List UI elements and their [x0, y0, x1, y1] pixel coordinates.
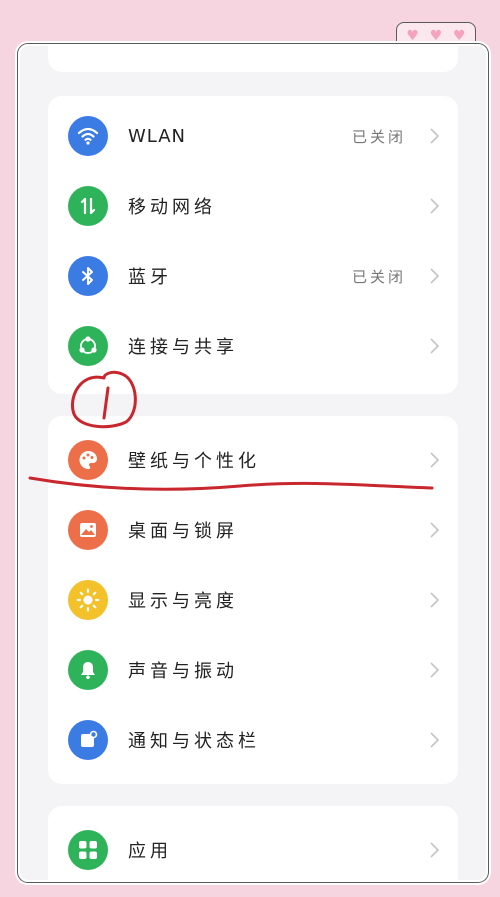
sun-icon [68, 580, 108, 620]
chevron-right-icon [430, 842, 440, 858]
picture-icon [68, 510, 108, 550]
settings-item-notification-statusbar[interactable]: 通知与状态栏 [48, 710, 458, 770]
settings-item-desktop-lockscreen[interactable]: 桌面与锁屏 [48, 500, 458, 560]
chevron-right-icon [430, 452, 440, 468]
bluetooth-icon [68, 256, 108, 296]
settings-item-sound-vibration[interactable]: 声音与振动 [48, 640, 458, 700]
chevron-right-icon [430, 592, 440, 608]
settings-item-display-brightness[interactable]: 显示与亮度 [48, 570, 458, 630]
chevron-right-icon [430, 198, 440, 214]
settings-item-apps[interactable]: 应用 [48, 820, 458, 880]
settings-item-label: 声音与振动 [128, 661, 238, 682]
palette-icon [68, 440, 108, 480]
settings-item-label: 桌面与锁屏 [128, 521, 238, 542]
chevron-right-icon [430, 268, 440, 284]
status-text: 已关闭 [351, 267, 406, 286]
share-icon [68, 326, 108, 366]
settings-item-label: 移动网络 [128, 197, 216, 218]
network-settings-card: WLAN 已关闭 移动网络 蓝牙 已关闭 连接与共享 [48, 96, 458, 394]
chevron-right-icon [430, 732, 440, 748]
chevron-right-icon [430, 522, 440, 538]
apps-settings-card: 应用 [48, 806, 458, 880]
status-text: 已关闭 [351, 127, 406, 146]
phone-screen-frame: WLAN 已关闭 移动网络 蓝牙 已关闭 连接与共享 壁纸与个性化 桌面与锁屏 … [18, 44, 488, 882]
chevron-right-icon [430, 662, 440, 678]
chevron-right-icon [430, 128, 440, 144]
wifi-icon [68, 116, 108, 156]
settings-item-bluetooth[interactable]: 蓝牙 已关闭 [48, 246, 458, 306]
settings-item-label: 蓝牙 [128, 267, 172, 288]
mobile-data-icon [68, 186, 108, 226]
chevron-right-icon [430, 338, 440, 354]
settings-item-label: 应用 [128, 841, 172, 862]
heart-icon: ♥ [406, 27, 419, 44]
settings-item-mobile-network[interactable]: 移动网络 [48, 176, 458, 236]
settings-item-label: 壁纸与个性化 [128, 451, 260, 472]
bell-icon [68, 650, 108, 690]
settings-item-label: 连接与共享 [128, 337, 238, 358]
settings-item-label: 通知与状态栏 [128, 731, 260, 752]
apps-grid-icon [68, 830, 108, 870]
settings-item-wlan[interactable]: WLAN 已关闭 [48, 106, 458, 166]
display-settings-card: 壁纸与个性化 桌面与锁屏 显示与亮度 声音与振动 通知与状态栏 [48, 416, 458, 784]
settings-item-connection-sharing[interactable]: 连接与共享 [48, 316, 458, 376]
settings-item-label: 显示与亮度 [128, 591, 238, 612]
heart-icon: ♥ [429, 27, 443, 44]
settings-item-label: WLAN [128, 125, 187, 147]
notification-icon [68, 720, 108, 760]
settings-item-wallpaper[interactable]: 壁纸与个性化 [48, 430, 458, 490]
previous-settings-card [48, 46, 458, 72]
heart-icon: ♥ [453, 27, 466, 44]
